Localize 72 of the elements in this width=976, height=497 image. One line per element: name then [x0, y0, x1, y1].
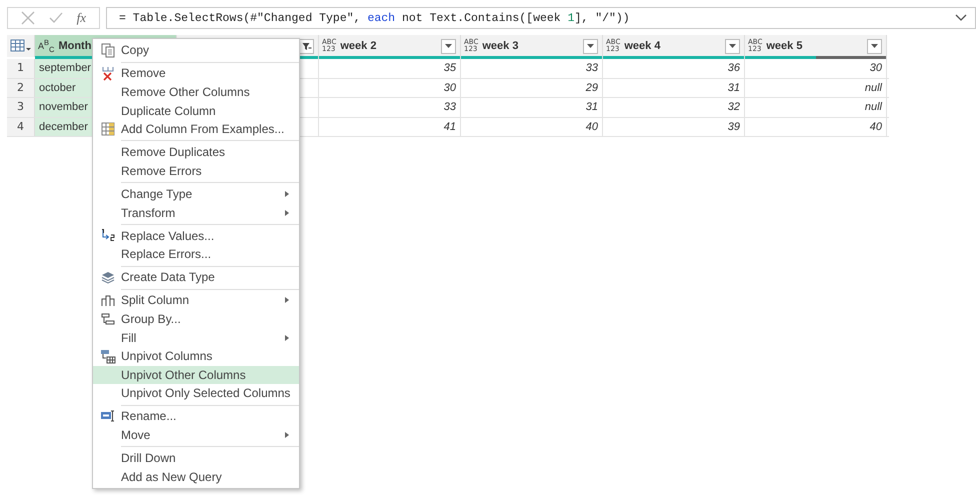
copy-icon: [101, 42, 115, 58]
table-cell: null: [745, 78, 887, 97]
formula-field[interactable]: = Table.SelectRows(#"Changed Type", each not Text.Contains([week 1], "/")): [106, 7, 976, 29]
menu-item[interactable]: Split Column: [93, 291, 299, 310]
menu-item[interactable]: Change Type: [93, 184, 299, 204]
group-by-icon: [101, 312, 115, 326]
table-cell: 30: [745, 59, 887, 78]
menu-item[interactable]: Remove Errors: [93, 162, 299, 180]
table-cell: 40: [461, 118, 603, 136]
menu-item[interactable]: Create Data Type: [93, 268, 299, 287]
column-name: Month: [58, 40, 92, 52]
column-name: week 3: [482, 40, 518, 52]
menu-item[interactable]: Unpivot Only Selected Columns: [93, 384, 299, 403]
column-name: week 2: [340, 40, 376, 52]
submenu-arrow-icon: [285, 190, 289, 197]
row-number: 1: [7, 59, 35, 78]
table-menu-button[interactable]: [7, 35, 35, 57]
menu-item[interactable]: Move: [93, 426, 299, 444]
column-name: week 4: [624, 40, 660, 52]
menu-item[interactable]: Unpivot Columns: [93, 346, 299, 366]
chevron-down-icon[interactable]: [955, 14, 967, 22]
table-cell: 39: [603, 118, 745, 136]
table-icon: [101, 122, 115, 136]
table-cell: 31: [603, 78, 745, 97]
table-cell: 36: [603, 59, 745, 78]
submenu-arrow-icon: [285, 210, 289, 216]
remove-column-icon: [101, 66, 115, 81]
menu-item[interactable]: Replace Values...: [93, 226, 299, 245]
menu-item[interactable]: Group By...: [93, 310, 299, 328]
table-icon: [10, 39, 32, 53]
menu-item[interactable]: Remove Duplicates: [93, 142, 299, 162]
table-cell: 40: [745, 118, 887, 136]
submenu-arrow-icon: [285, 334, 289, 341]
menu-item[interactable]: Add as New Query: [93, 467, 299, 486]
row-number: 2: [7, 78, 35, 97]
menu-item[interactable]: Rename...: [93, 407, 299, 426]
table-cell: 35: [319, 59, 461, 78]
unpivot-icon: [100, 348, 116, 364]
rename-icon: [100, 410, 116, 422]
table-cell: 33: [461, 59, 603, 78]
table-cell: null: [745, 98, 887, 116]
menu-item[interactable]: Unpivot Other Columns: [93, 366, 299, 384]
column-filter-button[interactable]: [299, 38, 314, 54]
fx-label[interactable]: fx: [76, 10, 86, 26]
column-filter-button[interactable]: [867, 38, 882, 54]
table-cell: 41: [319, 118, 461, 136]
replace-values-icon: [100, 228, 116, 244]
caret-icon: [871, 44, 878, 48]
caret-icon: [587, 44, 594, 48]
column-filter-button[interactable]: [441, 38, 456, 54]
column-filter-button[interactable]: [583, 38, 598, 54]
submenu-arrow-icon: [285, 432, 289, 438]
check-icon[interactable]: [48, 12, 63, 24]
table-cell: 31: [461, 98, 603, 116]
row-number: 3: [7, 98, 35, 116]
caret-icon: [729, 44, 736, 48]
caret-icon: [445, 44, 452, 48]
split-column-icon: [101, 293, 115, 308]
row-number: 4: [7, 118, 35, 136]
menu-item[interactable]: Drill Down: [93, 448, 299, 468]
layers-icon: [101, 270, 115, 284]
menu-item[interactable]: Fill: [93, 328, 299, 347]
submenu-arrow-icon: [285, 297, 289, 304]
menu-item[interactable]: Transform: [93, 203, 299, 222]
table-cell: 29: [461, 78, 603, 97]
table-cell: 33: [319, 98, 461, 116]
menu-item[interactable]: Replace Errors...: [93, 244, 299, 264]
table-cell: 32: [603, 98, 745, 116]
column-filter-button[interactable]: [725, 38, 740, 54]
filter-icon: [302, 42, 312, 50]
column-name: week 5: [766, 40, 802, 52]
table-cell: 30: [319, 78, 461, 97]
